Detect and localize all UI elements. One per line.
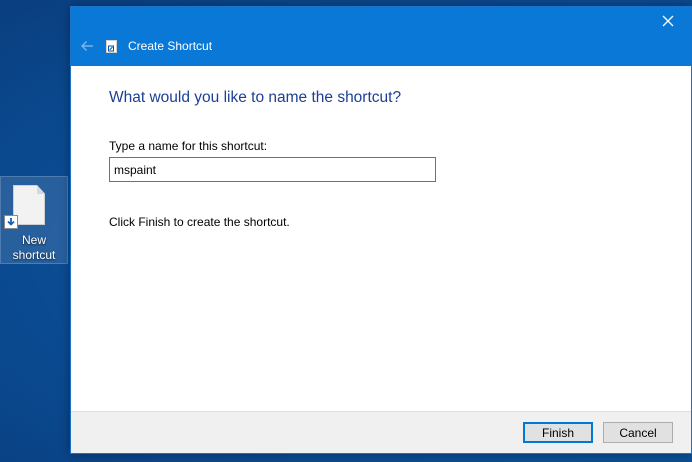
finish-instruction-text: Click Finish to create the shortcut.: [109, 215, 290, 229]
finish-button[interactable]: Finish: [523, 422, 593, 443]
close-button[interactable]: [645, 7, 691, 35]
create-shortcut-dialog: Create Shortcut What would you like to n…: [70, 6, 692, 454]
desktop-shortcut-label: New shortcut: [12, 233, 56, 262]
page-heading: What would you like to name the shortcut…: [109, 89, 402, 106]
shortcut-wizard-icon: [106, 40, 117, 53]
dialog-footer: Finish Cancel: [71, 411, 691, 453]
window-title: Create Shortcut: [128, 39, 213, 53]
shortcut-arrow-icon: [4, 215, 18, 229]
close-icon: [662, 15, 674, 27]
dialog-content: What would you like to name the shortcut…: [71, 66, 691, 411]
dialog-nav-row: Create Shortcut: [71, 35, 691, 57]
shortcut-name-input[interactable]: [109, 157, 436, 182]
shortcut-name-label: Type a name for this shortcut:: [109, 139, 268, 153]
back-arrow-icon: [81, 41, 93, 51]
back-button[interactable]: [77, 37, 97, 55]
dialog-titlebar: Create Shortcut: [71, 7, 691, 66]
desktop-shortcut-new-shortcut[interactable]: New shortcut: [0, 176, 68, 264]
cancel-button[interactable]: Cancel: [603, 422, 673, 443]
